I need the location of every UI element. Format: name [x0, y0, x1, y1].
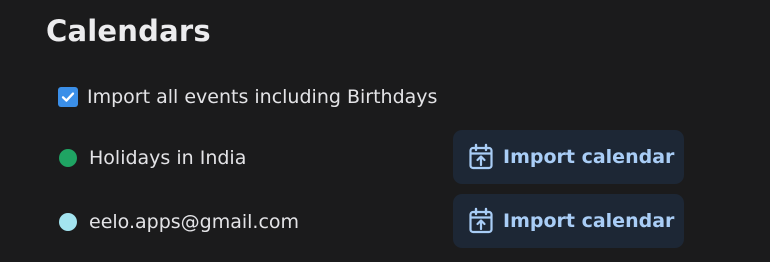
import-all-row[interactable]: Import all events including Birthdays	[58, 86, 437, 108]
calendars-panel: Calendars Import all events including Bi…	[0, 0, 770, 262]
import-all-label: Import all events including Birthdays	[87, 86, 438, 108]
import-calendar-label: Import calendar	[503, 146, 675, 168]
calendar-import-icon	[468, 143, 494, 171]
checkmark-icon	[61, 92, 75, 102]
calendar-import-icon	[468, 207, 494, 235]
import-calendar-button-holidays[interactable]: Import calendar	[453, 130, 684, 184]
calendar-name: Holidays in India	[89, 147, 247, 169]
calendar-row-gmail: eelo.apps@gmail.com	[59, 211, 299, 233]
calendar-color-dot	[59, 149, 77, 167]
section-title: Calendars	[46, 14, 211, 48]
import-calendar-button-gmail[interactable]: Import calendar	[453, 194, 684, 248]
calendar-color-dot	[59, 213, 77, 231]
import-calendar-label: Import calendar	[503, 210, 675, 232]
calendar-row-holidays: Holidays in India	[59, 147, 246, 169]
calendar-name: eelo.apps@gmail.com	[89, 211, 300, 233]
import-all-checkbox[interactable]	[58, 87, 78, 107]
